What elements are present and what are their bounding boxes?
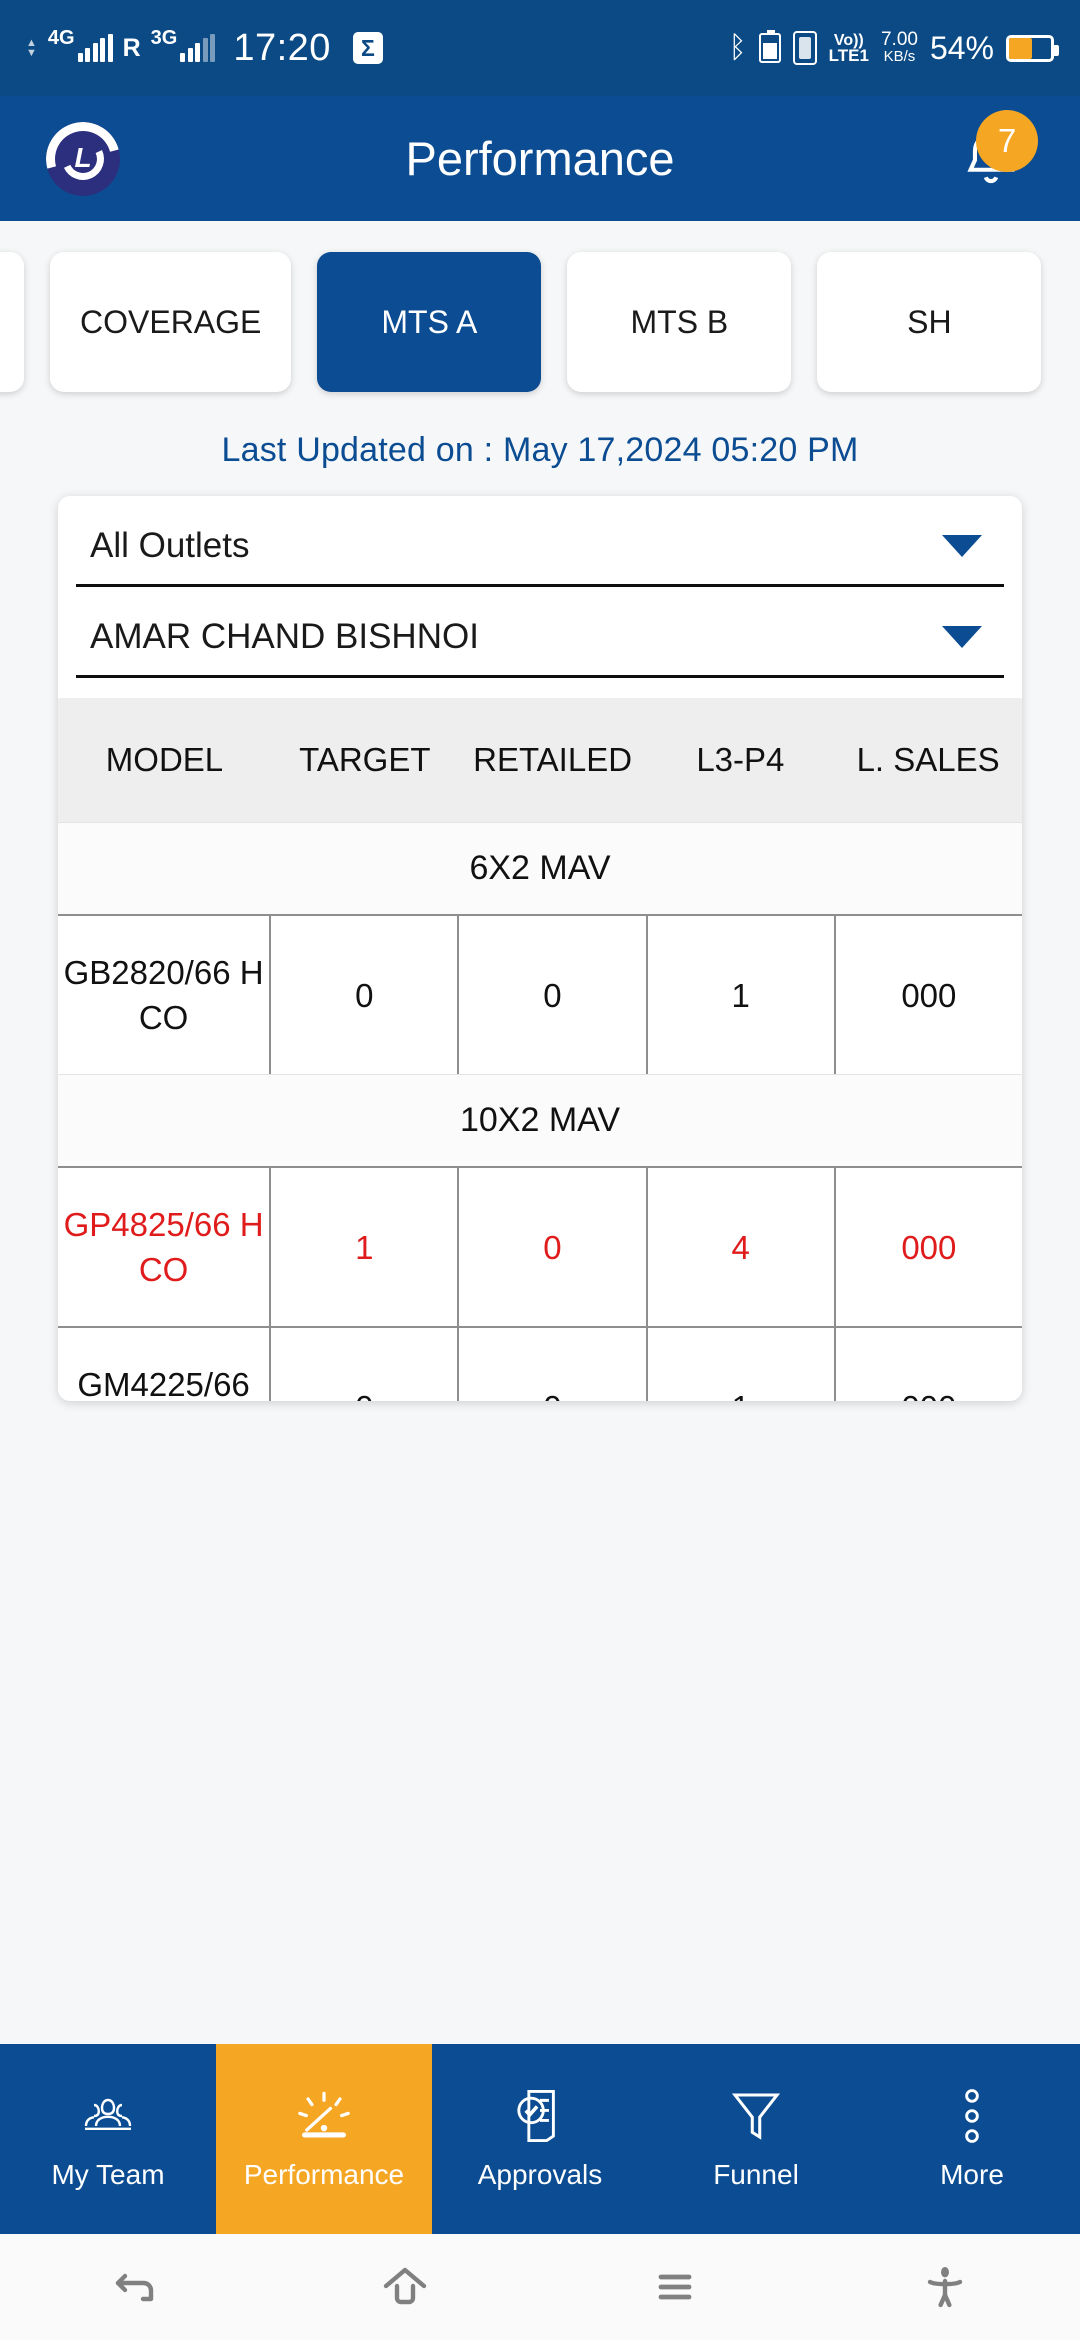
bluetooth-battery-icon [758,30,781,63]
cell-l3p4: 4 [645,1168,834,1326]
sim1-signal: 4G [48,28,113,62]
group-header-10x2-mav: 10X2 MAV [58,1074,1022,1166]
nav-label: My Team [51,2159,165,2190]
home-icon[interactable] [345,2263,465,2311]
sim2-signal: 3G [151,28,216,62]
column-header-target: TARGET [299,741,431,778]
more-vertical-icon [960,2087,984,2145]
chevron-down-icon-2 [942,626,982,648]
page-title: Performance [405,132,675,185]
chevron-down-icon [942,535,982,557]
table-row[interactable]: GM4225/66 H CO 0 0 1 000 [58,1326,1022,1401]
status-bar-clock: 17:20 [233,26,331,69]
tab-coverage[interactable]: COVERAGE [50,252,292,392]
network-type-4g: 4G [47,27,75,49]
table-row[interactable]: GP4825/66 H CO 1 0 4 000 [58,1166,1022,1326]
funnel-icon [730,2087,782,2145]
sigma-icon: Σ [352,32,383,64]
nav-label: Funnel [713,2159,799,2190]
column-header-retailed: RETAILED [473,741,633,778]
last-updated-label: Last Updated on : May 17,2024 05:20 PM [221,431,859,469]
cell-retailed: 0 [457,1168,645,1326]
nav-label: Performance [243,2159,405,2190]
android-navigation-bar[interactable] [0,2234,1080,2340]
signal-bars-icon-2 [180,34,216,62]
nav-label: More [940,2159,1004,2190]
roaming-indicator: R [122,33,141,62]
data-transfer-icon: ▲ ▼ [26,37,37,59]
back-icon[interactable] [75,2263,195,2311]
logo-letter: L [74,141,92,173]
network-speed: 7.00 KB/s [880,29,918,65]
category-tabs[interactable]: COVERAGE MTS A MTS B SH [0,221,1080,409]
status-bar-left: ▲ ▼ 4G R 3G 17:20 Σ [26,27,383,70]
speedometer-icon [293,2087,355,2145]
cell-l3p4: 1 [645,1328,834,1401]
status-bar: ▲ ▼ 4G R 3G 17:20 Σ ᛒ Vo)) LTE1 7.00 KB/… [0,0,1080,96]
column-header-model: MODEL [105,741,224,778]
group-header-6x2-mav: 6X2 MAV [58,822,1022,914]
table-header-row: MODEL TARGET RETAILED L3-P4 L. SALES [58,698,1022,822]
tab-partial-left[interactable] [0,252,24,392]
cell-model: GP4825/66 H CO [63,1206,264,1288]
notification-badge: 7 [976,109,1038,172]
outlet-dropdown-value: All Outlets [90,526,250,565]
cell-retailed: 0 [457,1328,645,1401]
tab-mts-a[interactable]: MTS A [317,252,542,392]
volte-icon: Vo)) LTE1 [828,32,869,65]
cell-retailed: 0 [457,916,645,1074]
performance-card: All Outlets AMAR CHAND BISHNOI MODEL TAR… [58,496,1022,1401]
cell-model: GM4225/66 H CO [77,1366,250,1401]
cell-target: 0 [269,1328,457,1401]
nav-approvals[interactable]: Approvals [432,2044,648,2234]
column-header-l3p4: L3-P4 [696,741,785,778]
nav-performance[interactable]: Performance [216,2044,432,2234]
bluetooth-icon: ᛒ [728,31,747,64]
column-header-lsales: L. SALES [856,741,1000,778]
table-row[interactable]: GB2820/66 H CO 0 0 1 000 [58,914,1022,1074]
tab-mts-b[interactable]: MTS B [567,252,792,392]
battery-icon [1006,34,1059,62]
team-icon [76,2087,140,2145]
cell-target: 1 [269,1168,457,1326]
nav-funnel[interactable]: Funnel [648,2044,864,2234]
nav-label: Approvals [477,2159,603,2190]
tab-partial-right[interactable]: SH [817,252,1042,392]
nav-more[interactable]: More [864,2044,1080,2234]
battery-percent: 54% [929,29,994,66]
phone-screen: ▲ ▼ 4G R 3G 17:20 Σ ᛒ Vo)) LTE1 7.00 KB/… [0,0,1080,2340]
cell-lsales: 000 [833,916,1022,1074]
outlet-dropdown[interactable]: All Outlets [76,496,1004,587]
app-logo[interactable]: L [46,121,120,196]
cell-l3p4: 1 [645,916,834,1074]
vibrate-icon [792,31,817,65]
accessibility-icon[interactable] [885,2263,1005,2311]
app-bar: L Performance 7 [0,96,1080,221]
bottom-navigation[interactable]: My Team Performance Approvals Funnel Mor… [0,2044,1080,2234]
cell-lsales: 000 [833,1168,1022,1326]
person-dropdown-value: AMAR CHAND BISHNOI [90,617,479,656]
person-dropdown[interactable]: AMAR CHAND BISHNOI [76,587,1004,678]
recents-icon[interactable] [615,2263,735,2311]
notifications-button[interactable]: 7 [948,109,1038,202]
document-check-icon [513,2087,567,2145]
signal-bars-icon [77,34,113,62]
network-type-3g: 3G [150,27,178,49]
cell-target: 0 [269,916,457,1074]
nav-my-team[interactable]: My Team [0,2044,216,2234]
cell-lsales: 000 [833,1328,1022,1401]
status-bar-right: ᛒ Vo)) LTE1 7.00 KB/s 54% [728,29,1059,67]
cell-model: GB2820/66 H CO [63,954,264,1036]
